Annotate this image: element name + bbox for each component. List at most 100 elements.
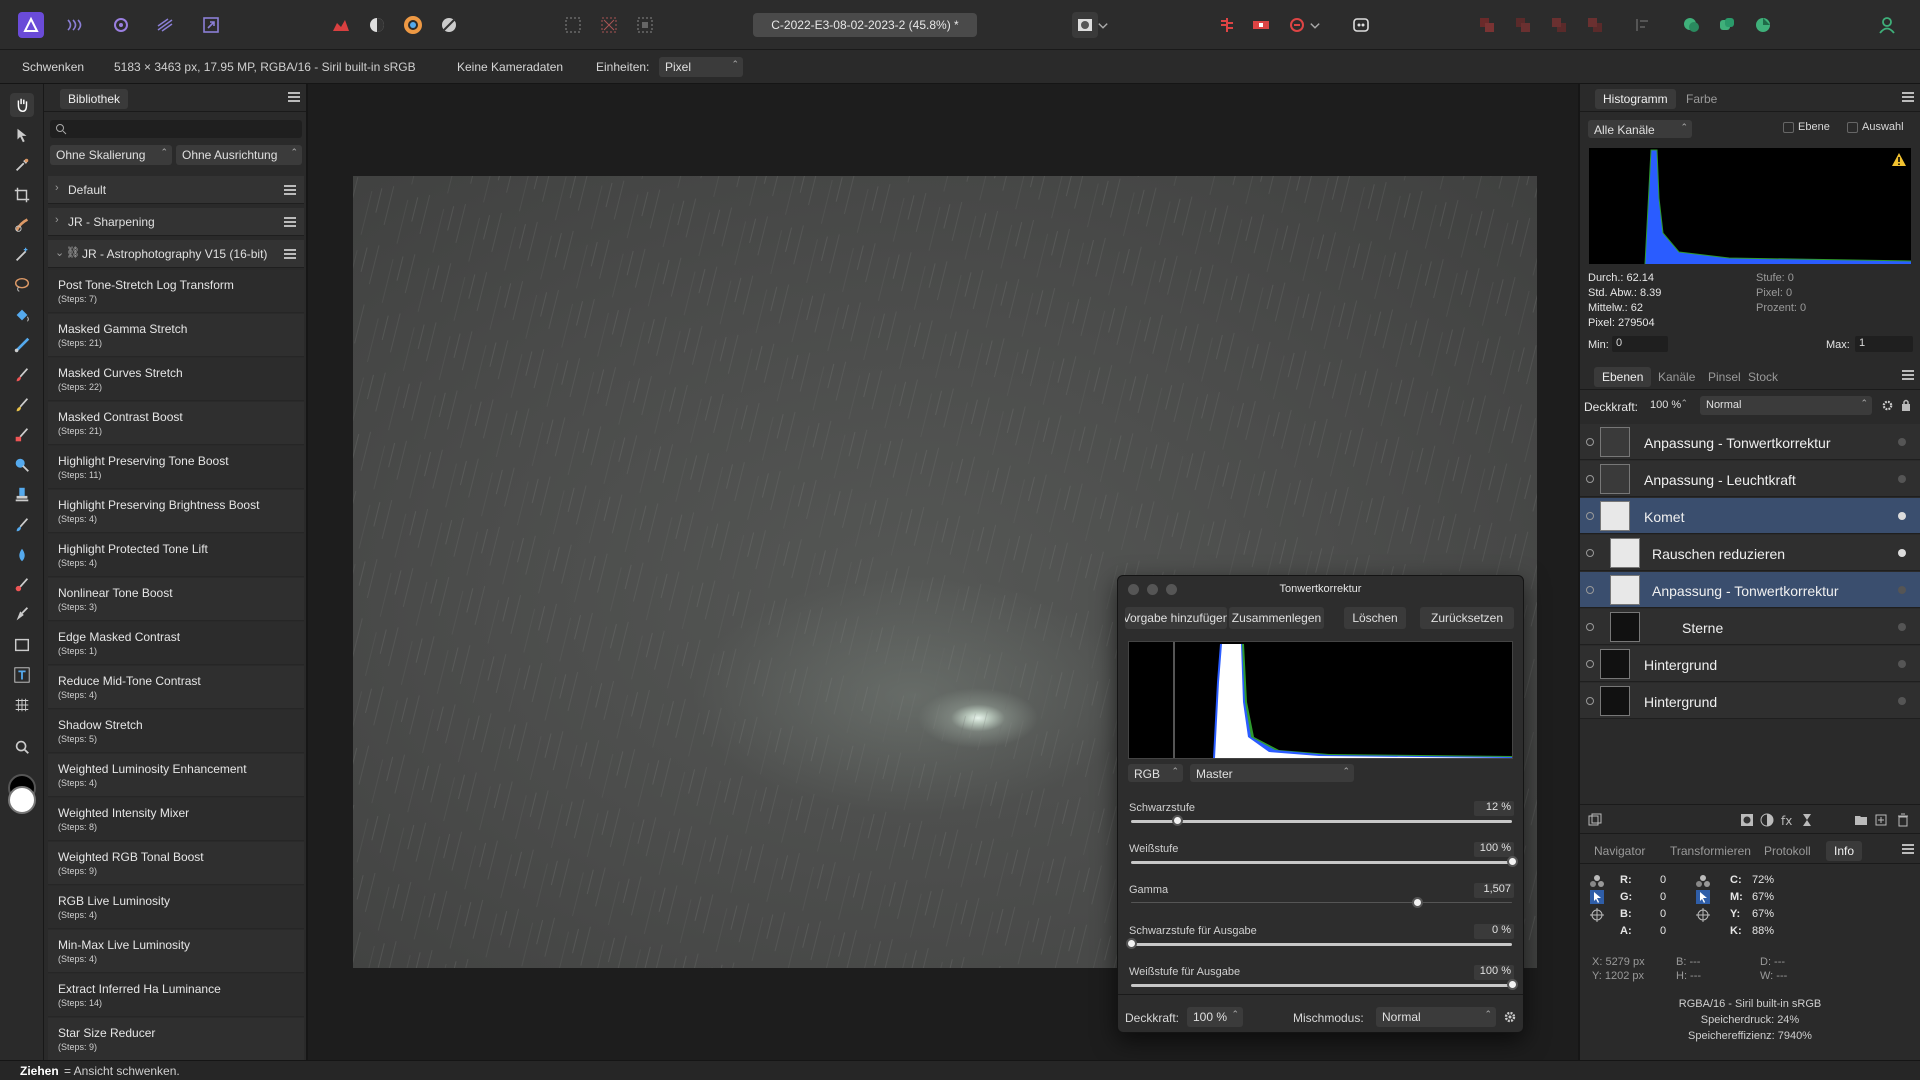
min-input[interactable]: 0 xyxy=(1612,336,1668,352)
liquify-persona-icon[interactable] xyxy=(62,12,88,38)
paint-brush-tool-icon[interactable] xyxy=(10,363,34,387)
arrange-backward-icon[interactable] xyxy=(1546,12,1572,38)
visibility-toggle-icon[interactable] xyxy=(1586,512,1594,520)
layers-blend-select[interactable]: Normal xyxy=(1700,396,1872,415)
hourglass-icon[interactable] xyxy=(1800,813,1814,827)
layer-enabled-dot[interactable] xyxy=(1898,586,1906,594)
camera-data-button[interactable]: Keine Kameradaten xyxy=(457,60,563,74)
slider-value-input[interactable]: 100 % xyxy=(1474,965,1514,980)
arrange-forward-icon[interactable] xyxy=(1510,12,1536,38)
arrange-back-icon[interactable] xyxy=(1582,12,1608,38)
library-search-input[interactable] xyxy=(50,120,302,138)
develop-persona-icon[interactable] xyxy=(108,12,134,38)
tab-color[interactable]: Farbe xyxy=(1686,92,1717,106)
slider-track[interactable] xyxy=(1131,856,1518,867)
rectangle-tool-icon[interactable] xyxy=(10,633,34,657)
gear-icon[interactable] xyxy=(1503,1010,1517,1024)
tab-info[interactable]: Info xyxy=(1826,841,1863,861)
info-menu-icon[interactable] xyxy=(1902,844,1914,854)
library-macro-item[interactable]: Reduce Mid-Tone Contrast (Steps: 4) xyxy=(48,666,304,709)
tab-layers[interactable]: Ebenen xyxy=(1594,367,1652,387)
pen-tool-icon[interactable] xyxy=(10,603,34,627)
slider-handle[interactable] xyxy=(1126,938,1137,949)
layer-enabled-dot[interactable] xyxy=(1898,512,1906,520)
library-group[interactable]: › Default xyxy=(48,176,304,204)
layer-enabled-dot[interactable] xyxy=(1898,475,1906,483)
pointer-icon[interactable] xyxy=(1590,890,1604,904)
layers-opacity-select[interactable]: 100 % xyxy=(1644,396,1692,415)
library-macro-item[interactable]: RGB Live Luminosity (Steps: 4) xyxy=(48,886,304,929)
color-sampler-icon[interactable] xyxy=(1590,874,1604,888)
zoom-tool-icon[interactable] xyxy=(10,735,34,759)
crop-tool-icon[interactable] xyxy=(10,183,34,207)
selection-marquee-icon[interactable] xyxy=(560,12,586,38)
healing-brush-tool-icon[interactable] xyxy=(10,513,34,537)
layer-enabled-dot[interactable] xyxy=(1898,623,1906,631)
dialog-opacity-select[interactable]: 100 % xyxy=(1187,1007,1243,1027)
contribute-icon[interactable] xyxy=(1750,12,1776,38)
layer-enabled-dot[interactable] xyxy=(1898,697,1906,705)
visibility-toggle-icon[interactable] xyxy=(1586,475,1594,483)
library-macro-item[interactable]: Shadow Stretch (Steps: 5) xyxy=(48,710,304,753)
selection-checkbox[interactable] xyxy=(1847,122,1858,133)
layer-row[interactable]: Hintergrund xyxy=(1580,683,1920,719)
group-menu-icon[interactable] xyxy=(284,249,296,259)
arrange-front-icon[interactable] xyxy=(1474,12,1500,38)
mesh-warp-tool-icon[interactable] xyxy=(10,693,34,717)
layer-options-icon[interactable] xyxy=(1588,813,1602,827)
histogram-menu-icon[interactable] xyxy=(1902,92,1914,102)
visibility-toggle-icon[interactable] xyxy=(1586,623,1594,631)
blur-brush-tool-icon[interactable] xyxy=(10,543,34,567)
flood-select-tool-icon[interactable] xyxy=(10,243,34,267)
color-picker-tool-icon[interactable] xyxy=(10,153,34,177)
merge-button[interactable]: Zusammenlegen xyxy=(1229,607,1324,629)
view-tool-icon[interactable] xyxy=(10,93,34,117)
layer-checkbox[interactable] xyxy=(1783,122,1794,133)
auto-white-balance-icon[interactable] xyxy=(436,12,462,38)
add-pixel-layer-icon[interactable] xyxy=(1874,813,1888,827)
library-group[interactable]: › JR - Sharpening xyxy=(48,208,304,236)
freehand-selection-tool-icon[interactable] xyxy=(10,273,34,297)
cmyk-sampler-icon[interactable] xyxy=(1696,874,1710,888)
slider-handle[interactable] xyxy=(1171,815,1183,826)
layer-row[interactable]: Komet xyxy=(1580,498,1920,534)
scale-select[interactable]: Ohne Skalierung xyxy=(50,145,172,165)
assistant-dropdown-icon[interactable] xyxy=(1308,12,1322,38)
slider-handle[interactable] xyxy=(1411,897,1423,908)
tab-navigator[interactable]: Navigator xyxy=(1594,844,1645,858)
library-macro-item[interactable]: Extract Inferred Ha Luminance (Steps: 14) xyxy=(48,974,304,1017)
document-title[interactable]: C-2022-E3-08-02-2023-2 (45.8%) * xyxy=(753,13,977,37)
layer-settings-gear-icon[interactable] xyxy=(1881,399,1894,412)
library-macro-item[interactable]: Post Tone-Stretch Log Transform (Steps: 7… xyxy=(48,270,304,313)
add-adjustment-icon[interactable] xyxy=(1760,813,1774,827)
add-mask-icon[interactable] xyxy=(1740,813,1754,827)
force-pixel-alignment-icon[interactable] xyxy=(1248,12,1274,38)
move-tool-icon[interactable] xyxy=(10,123,34,147)
library-macro-item[interactable]: Weighted RGB Tonal Boost (Steps: 9) xyxy=(48,842,304,885)
quick-mask-dropdown-icon[interactable] xyxy=(1096,12,1110,38)
library-macro-item[interactable]: Masked Contrast Boost (Steps: 21) xyxy=(48,402,304,445)
add-group-icon[interactable] xyxy=(1854,813,1868,827)
align-icon[interactable] xyxy=(1630,12,1656,38)
library-macro-item[interactable]: Weighted Intensity Mixer (Steps: 8) xyxy=(48,798,304,841)
layer-row[interactable]: Anpassung - Tonwertkorrektur xyxy=(1580,424,1920,460)
visibility-toggle-icon[interactable] xyxy=(1586,660,1594,668)
erase-brush-tool-icon[interactable] xyxy=(10,423,34,447)
align-select[interactable]: Ohne Ausrichtung xyxy=(176,145,302,165)
library-macro-item[interactable]: Highlight Protected Tone Lift (Steps: 4) xyxy=(48,534,304,577)
layer-row[interactable]: Anpassung - Leuchtkraft xyxy=(1580,461,1920,497)
group-menu-icon[interactable] xyxy=(284,185,296,195)
pixel-brush-tool-icon[interactable] xyxy=(10,393,34,417)
slider-track[interactable] xyxy=(1131,897,1512,908)
tone-mapping-persona-icon[interactable] xyxy=(152,12,178,38)
gradient-tool-icon[interactable] xyxy=(10,333,34,357)
visibility-toggle-icon[interactable] xyxy=(1586,586,1594,594)
layer-enabled-dot[interactable] xyxy=(1898,438,1906,446)
slider-value-input[interactable]: 100 % xyxy=(1474,842,1514,857)
invert-selection-icon[interactable] xyxy=(632,12,658,38)
library-macro-item[interactable]: Nonlinear Tone Boost (Steps: 3) xyxy=(48,578,304,621)
library-menu-icon[interactable] xyxy=(288,92,300,102)
cmyk-pointer-icon[interactable] xyxy=(1696,890,1710,904)
dodge-tool-icon[interactable] xyxy=(10,453,34,477)
quick-mask-icon[interactable] xyxy=(1072,12,1098,38)
